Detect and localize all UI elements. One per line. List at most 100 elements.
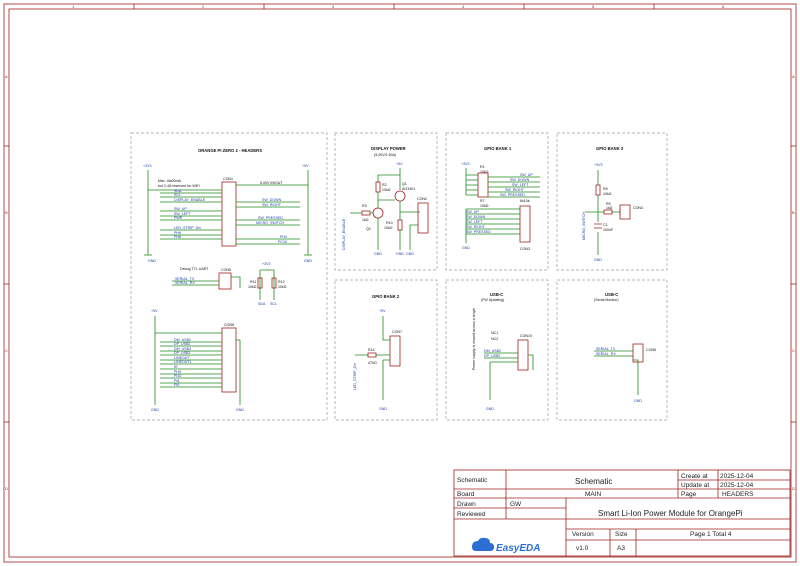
con1-left-nets: SDA SCL DISPLAY_ENABLE SW_UP SW_LEFT PWR… [174, 189, 206, 239]
grid-col-4: 4 [462, 4, 465, 9]
gpio1-net-bot-2: SW_LEFT [466, 220, 483, 224]
c1-ref: C1 [603, 223, 608, 227]
gpio1-net-top-1: SW_DOWN [510, 178, 530, 182]
gpio1-net-top-2: SW_LEFT [512, 183, 529, 187]
q1-ref: Q1 [402, 182, 407, 186]
gpio1-net-bot-1: SW_DOWN [466, 215, 486, 219]
tb-project-title: Smart Li-Ion Power Module for OrangePi [598, 509, 743, 518]
headers-note-1: Max. i4a00mA [158, 179, 182, 183]
r11-ref: R11 [250, 280, 256, 284]
r12-ref: R12 [278, 280, 285, 284]
display-con2: CON2 [417, 197, 427, 201]
net-sw-pressed: SW_PRESSED [258, 216, 283, 220]
grid-row-b: B [5, 210, 8, 215]
block-gpio-bank-1: GPIO BANK 1 +3V3 R1 10kΩ R7 10kΩ 8x10k S… [445, 132, 549, 271]
net-ph4: PH4 [280, 235, 287, 239]
uart-net-rx: SERIAL_RX [175, 281, 195, 285]
tb-size-value: A3 [617, 545, 625, 552]
gpio2-gnd: GND [379, 407, 387, 411]
usbmon-net-1: SERIAL_RX [596, 352, 616, 356]
usbmon-title: USB-C [605, 292, 618, 297]
schematic-sheet: 1 2 3 4 5 6 A B C D A B C D ORANGE PI ZE… [3, 3, 797, 563]
pullup-net-sda: SDA [258, 302, 266, 306]
r14-ref: R14 [368, 348, 375, 352]
pullup-net-scl: SCL [270, 302, 277, 306]
headers-con-note: 5.00V IN/OUT [260, 181, 283, 185]
usbmon-subtitle: (Serial Monitor) [594, 298, 619, 302]
headers-pwr-right: +5V [302, 164, 309, 168]
gpio2-net: LED_STRIP_Din [353, 363, 357, 390]
tb-page-value: HEADERS [722, 491, 754, 498]
gpio1-net-top-4: SW_PRESSED [500, 193, 525, 197]
grid-row-c-right: C [792, 348, 795, 353]
gpio3-con4: CON4 [633, 206, 643, 210]
usbfw-note: Power supply is shared across a single [472, 308, 476, 370]
sheet-inner-border [8, 8, 792, 558]
block-gpio-bank-2: GPIO BANK 2 +5V R14 470Ω LED_STRIP_Din C… [334, 279, 438, 421]
con8-net-8: PI10 [174, 374, 181, 378]
pullup-pwr: +3V3 [262, 262, 271, 266]
grid-column-labels: 1 2 3 4 5 6 [72, 4, 725, 9]
gpio1-net-bot-0: SW_UP [466, 210, 479, 214]
block-display-power: DISPLAY POWER (5.00V/1.50A) +5V R2 10kΩ … [334, 132, 438, 271]
tb-schematic-label: Schematic [457, 477, 488, 484]
r12-value: 10kΩ [278, 285, 287, 289]
display-net: DISPLAY_ENABLE [342, 218, 346, 250]
display-gnd-2: GND [396, 252, 404, 256]
tb-page-count: Page 1 Total 4 [690, 531, 732, 538]
usbmon-net-0: SERIAL_TX [596, 347, 616, 351]
usbfw-con10: CON10 [520, 334, 532, 338]
grid-row-labels: A B C D A B C D [5, 74, 795, 491]
gpio2-title: GPIO BANK 2 [372, 294, 400, 299]
r7-ref: R7 [480, 199, 485, 203]
usbfw-title: USB-C [490, 292, 503, 297]
r2-value: 10kΩ [382, 188, 391, 192]
r2-ref: R2 [382, 183, 387, 187]
con8-net-10: PI6 [174, 383, 179, 387]
r10-ref: R10 [386, 221, 393, 225]
grid-row-d-right: D [792, 486, 795, 491]
title-block: Schematic Schematic Create at 2025-12-04… [453, 469, 791, 557]
net-sw-down: SW_DOWN [262, 198, 282, 202]
r1-ref: R1 [480, 165, 485, 169]
con8-net-5: LINEOUTL [174, 360, 192, 364]
con8-nets: DM_USB2 DP_USB2 DM_USB3 DP_USB3 LINEOUT … [174, 338, 192, 387]
usbmon-con6: CON6 [646, 348, 656, 352]
display-gnd-3: GND [406, 252, 414, 256]
usbfw-gnd: GND [486, 407, 494, 411]
display-title: DISPLAY POWER [371, 146, 406, 151]
block-usb-fw: USB-C (FW Updating) Power supply is shar… [445, 279, 549, 421]
con8-net-6: IR [174, 365, 178, 369]
grid-row-a-right: A [792, 74, 795, 79]
grid-col-5: 5 [592, 4, 595, 9]
gpio1-net-top-0: SW_UP [520, 173, 533, 177]
tb-update-value: 2025-12-04 [720, 482, 754, 489]
tb-reviewed-label: Reviewed [457, 511, 486, 518]
r11-value: 10kΩ [248, 285, 257, 289]
grid-col-3: 3 [332, 4, 335, 9]
usbfw-nc2: NC2 [491, 337, 498, 341]
tb-version-value: v1.0 [576, 545, 589, 552]
block-headers: ORANGE PI ZERO 2 - HEADERS Max. i4a00mA … [130, 132, 328, 421]
grid-row-c: C [5, 348, 8, 353]
net-sw-right: SW_RIGHT [262, 203, 282, 207]
gpio1-net-bot-3: SW_RIGHT [466, 225, 486, 229]
grid-row-d: D [5, 486, 8, 491]
uart-title: Debug TTL UART [180, 267, 209, 271]
tb-create-value: 2025-12-04 [720, 473, 754, 480]
sheet-border [3, 3, 797, 563]
r3-value: 1kΩ [362, 218, 369, 222]
easyeda-logo: EasyEDA [472, 537, 540, 554]
gpio2-con7: CON7 [392, 330, 402, 334]
net-pc10: PC10 [278, 240, 287, 244]
net-display-enable: DISPLAY_ENABLE [174, 198, 206, 202]
gpio1-net-top-3: SW_RIGHT [505, 188, 525, 192]
tb-board-value: MAIN [585, 491, 602, 498]
display-pwr: +5V [396, 162, 403, 166]
tb-drawn-label: Drawn [457, 501, 476, 508]
tb-drawn-value: GW [510, 501, 522, 508]
usbfw-nc1: NC1 [491, 331, 498, 335]
tb-page-label: Page [681, 491, 697, 498]
headers-gnd-left: GND [148, 259, 156, 263]
q2-ref: Q2 [366, 227, 371, 231]
